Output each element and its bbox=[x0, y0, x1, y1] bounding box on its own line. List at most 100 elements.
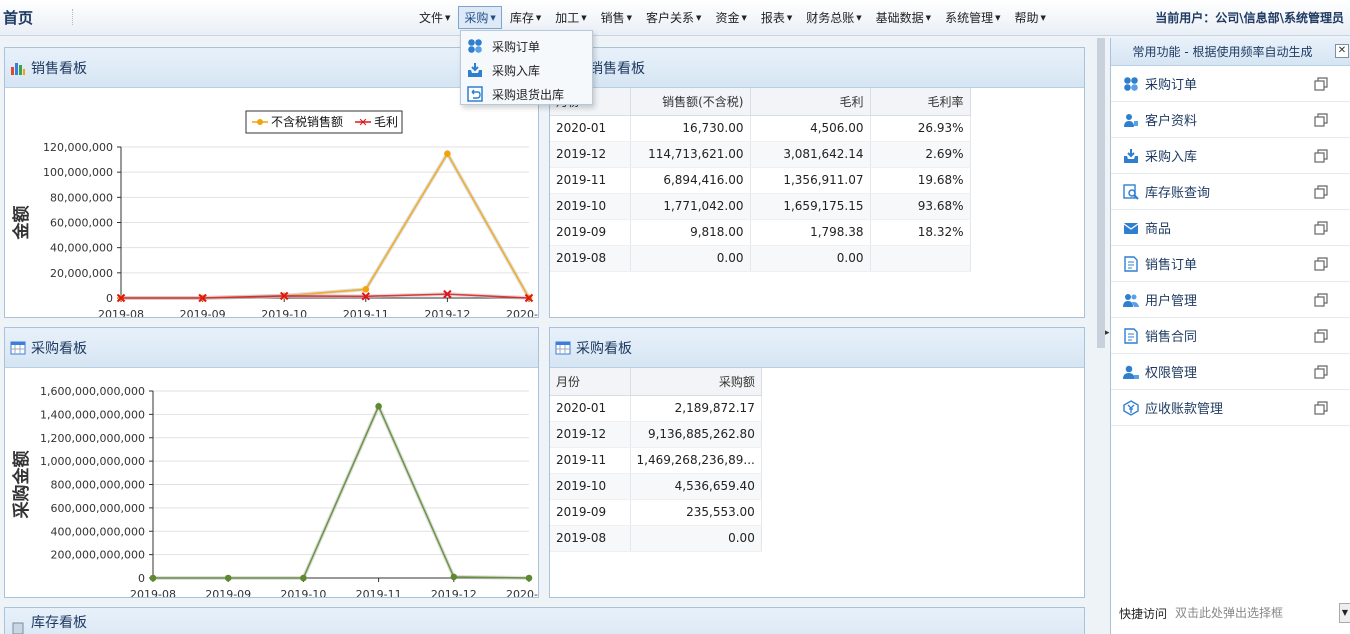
column-header[interactable]: 销售额(不含税) bbox=[630, 88, 751, 116]
sidebar-item-5[interactable]: 销售订单 bbox=[1111, 246, 1350, 282]
panel-title: 采购看板 bbox=[31, 340, 87, 357]
menu-item-7[interactable]: 报表 ▼ bbox=[755, 6, 798, 29]
sidebar-item-3[interactable]: 库存账查询 bbox=[1111, 174, 1350, 210]
top-bar: 首页 文件 ▼ 采购 ▼ 库存 ▼ 加工 ▼ 销售 ▼ 客户关系 ▼ 资金 ▼ 报表 ▼ 财务总账 ▼ 基础数据 ▼ 系… bbox=[0, 0, 1350, 36]
y-tick-label: 100,000,000 bbox=[43, 166, 113, 179]
home-tab[interactable]: 首页 bbox=[3, 7, 33, 28]
open-window-icon[interactable] bbox=[1314, 329, 1328, 343]
table-cell: 235,553.00 bbox=[630, 499, 762, 526]
data-point bbox=[300, 574, 307, 582]
sidebar-item-0[interactable]: 采购订单 bbox=[1111, 66, 1350, 102]
chevron-down-icon[interactable]: ▼ bbox=[1339, 603, 1350, 623]
menu-label: 资金 bbox=[715, 10, 740, 25]
legend: 不含税销售额 ✕ 毛利 bbox=[245, 110, 403, 134]
open-window-icon[interactable] bbox=[1314, 257, 1328, 271]
y-tick-label: 80,000,000 bbox=[50, 191, 113, 204]
calendar-grid-icon bbox=[555, 341, 571, 354]
column-header[interactable]: 月份 bbox=[550, 368, 631, 396]
data-point bbox=[525, 574, 533, 582]
menu-item-2[interactable]: 库存 ▼ bbox=[504, 6, 547, 29]
dropdown-item-1[interactable]: 采购入库 bbox=[461, 58, 592, 82]
open-window-icon[interactable] bbox=[1314, 113, 1328, 127]
table-row[interactable]: 2019-12 9,136,885,262.80 bbox=[550, 421, 762, 448]
legend-marker: ✕ bbox=[358, 116, 367, 129]
table-row[interactable]: 2019-12 114,713,621.00 3,081,642.14 2.69% bbox=[550, 141, 971, 168]
menu-label: 基础数据 bbox=[875, 10, 924, 25]
table-cell: 1,356,911.07 bbox=[750, 167, 871, 194]
menu-item-11[interactable]: 帮助 ▼ bbox=[1008, 6, 1051, 29]
sidebar-item-label: 采购订单 bbox=[1145, 78, 1198, 93]
table-cell: 2.69% bbox=[870, 141, 971, 168]
sidebar-item-label: 用户管理 bbox=[1145, 294, 1198, 309]
legend-label: 不含税销售额 bbox=[271, 114, 343, 129]
sidebar-item-label: 应收账款管理 bbox=[1145, 402, 1224, 417]
menu-item-3[interactable]: 加工 ▼ bbox=[549, 6, 592, 29]
purchase-menu-dropdown: 采购订单 采购入库 采购退货出库 bbox=[460, 30, 593, 105]
sales-table: 月份销售额(不含税)毛利毛利率2020-0116,730.004,506.002… bbox=[550, 88, 971, 272]
sidebar-item-8[interactable]: 权限管理 bbox=[1111, 354, 1350, 390]
sales-table-panel: 销售看板 月份销售额(不含税)毛利毛利率2020-0116,730.004,50… bbox=[549, 47, 1085, 318]
table-row[interactable]: 2019-10 4,536,659.40 bbox=[550, 473, 762, 500]
table-row[interactable]: 2019-10 1,771,042.00 1,659,175.15 93.68% bbox=[550, 193, 971, 220]
table-row[interactable]: 2019-08 0.00 bbox=[550, 525, 762, 552]
sidebar-item-6[interactable]: 用户管理 bbox=[1111, 282, 1350, 318]
purchase-line-chart: 1,600,000,000,000 1,400,000,000,000 1,200,… bbox=[11, 385, 538, 598]
close-icon[interactable]: ✕ bbox=[1335, 44, 1349, 58]
open-window-icon[interactable] bbox=[1314, 401, 1328, 415]
table-cell: 1,469,268,236,89... bbox=[630, 447, 762, 474]
y-axis-label: 采购金额 bbox=[11, 451, 32, 520]
menu-item-6[interactable]: 资金 ▼ bbox=[709, 6, 752, 29]
column-header[interactable]: 毛利 bbox=[750, 88, 871, 116]
dropdown-item-2[interactable]: 采购退货出库 bbox=[461, 82, 592, 106]
dropdown-item-0[interactable]: 采购订单 bbox=[461, 34, 592, 58]
table-row[interactable]: 2020-01 2,189,872.17 bbox=[550, 395, 762, 422]
sidebar-item-7[interactable]: 销售合同 bbox=[1111, 318, 1350, 354]
menu-item-4[interactable]: 销售 ▼ bbox=[595, 6, 638, 29]
scrollbar[interactable] bbox=[1097, 38, 1105, 348]
legend-label: 毛利 bbox=[374, 115, 398, 129]
sidebar-item-4[interactable]: 商品 bbox=[1111, 210, 1350, 246]
open-window-icon[interactable] bbox=[1314, 149, 1328, 163]
column-header[interactable]: 毛利率 bbox=[870, 88, 971, 116]
table-row[interactable]: 2019-11 1,469,268,236,89... bbox=[550, 447, 762, 474]
divider bbox=[72, 9, 73, 25]
x-tick-label: 2019-08 bbox=[98, 308, 144, 318]
menu-item-1[interactable]: 采购 ▼ bbox=[458, 5, 502, 29]
table-row[interactable]: 2020-01 16,730.00 4,506.00 26.93% bbox=[550, 115, 971, 142]
caret-down-icon: ▼ bbox=[1040, 14, 1046, 22]
menu-label: 库存 bbox=[509, 10, 534, 25]
table-cell: 2019-12 bbox=[550, 141, 631, 168]
open-window-icon[interactable] bbox=[1314, 221, 1328, 235]
menu-item-9[interactable]: 基础数据 ▼ bbox=[870, 6, 937, 29]
x-tick-label: 2019-08 bbox=[130, 588, 176, 598]
menu-item-5[interactable]: 客户关系 ▼ bbox=[640, 6, 707, 29]
table-cell: 9,818.00 bbox=[630, 219, 751, 246]
open-window-icon[interactable] bbox=[1314, 185, 1328, 199]
open-window-icon[interactable] bbox=[1314, 77, 1328, 91]
sidebar-item-9[interactable]: 应收账款管理 bbox=[1111, 390, 1350, 426]
table-row[interactable]: 2019-08 0.00 0.00 bbox=[550, 245, 971, 272]
open-window-icon[interactable] bbox=[1314, 293, 1328, 307]
y-tick-label: 200,000,000,000 bbox=[51, 549, 145, 562]
menu-item-8[interactable]: 财务总账 ▼ bbox=[800, 6, 867, 29]
y-tick-label: 0 bbox=[106, 292, 113, 305]
inbound-tray-icon bbox=[1124, 148, 1138, 163]
menu-item-0[interactable]: 文件 ▼ bbox=[413, 6, 456, 29]
menu-item-10[interactable]: 系统管理 ▼ bbox=[939, 6, 1006, 29]
collapse-arrow-icon[interactable]: ▸ bbox=[1105, 328, 1110, 338]
table-cell: 16,730.00 bbox=[630, 115, 751, 142]
y-tick-label: 800,000,000,000 bbox=[51, 479, 145, 492]
quick-access-input[interactable]: 双击此处弹出选择框 bbox=[1175, 603, 1343, 623]
purchase-table-panel: 采购看板 月份 采购额 2020-01 2,189,872.17 2019-12 9,13… bbox=[549, 327, 1085, 598]
sidebar-item-1[interactable]: 客户资料 bbox=[1111, 102, 1350, 138]
x-tick-label: 2019-12 bbox=[424, 308, 470, 318]
table-row[interactable]: 2019-11 6,894,416.00 1,356,911.07 19.68% bbox=[550, 167, 971, 194]
sidebar-item-2[interactable]: 采购入库 bbox=[1111, 138, 1350, 174]
goods-icon bbox=[1123, 222, 1139, 234]
table-row[interactable]: 2019-09 235,553.00 bbox=[550, 499, 762, 526]
table-row[interactable]: 2019-09 9,818.00 1,798.38 18.32% bbox=[550, 219, 971, 246]
column-header[interactable]: 采购额 bbox=[630, 368, 762, 396]
sidebar-splitter[interactable]: ▸ bbox=[1097, 38, 1110, 634]
data-point bbox=[362, 286, 370, 293]
open-window-icon[interactable] bbox=[1314, 365, 1328, 379]
